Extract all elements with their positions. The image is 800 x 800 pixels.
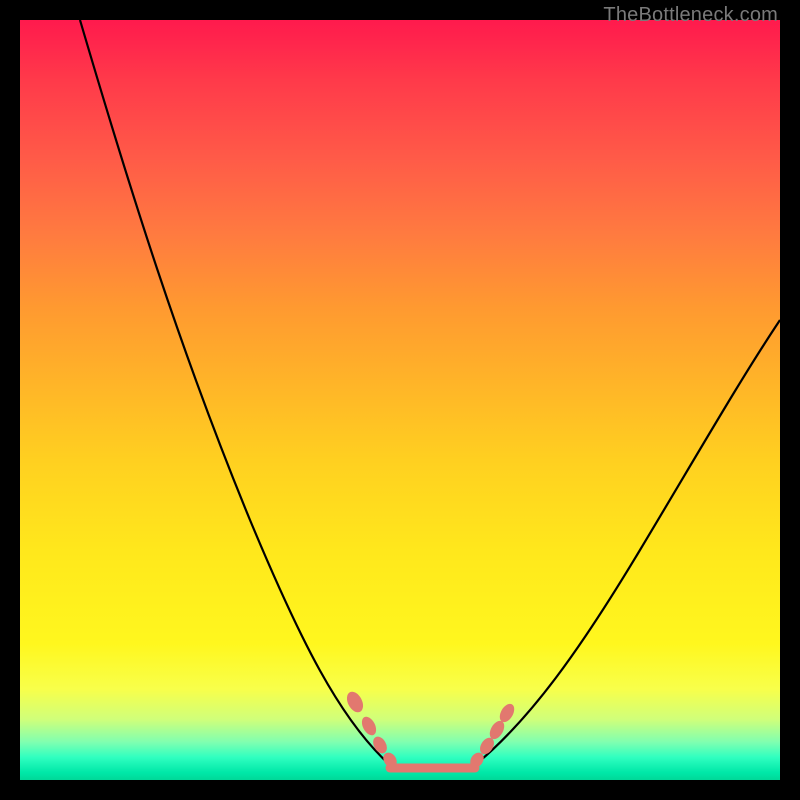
curve-marker — [370, 734, 389, 756]
watermark-text: TheBottleneck.com — [603, 4, 778, 27]
chart-frame: TheBottleneck.com — [0, 0, 800, 800]
curve-svg — [20, 20, 780, 780]
plot-area — [20, 20, 780, 780]
bottleneck-curve-left — [80, 20, 390, 765]
bottleneck-curve-right — [475, 320, 780, 765]
curve-marker — [344, 689, 367, 715]
